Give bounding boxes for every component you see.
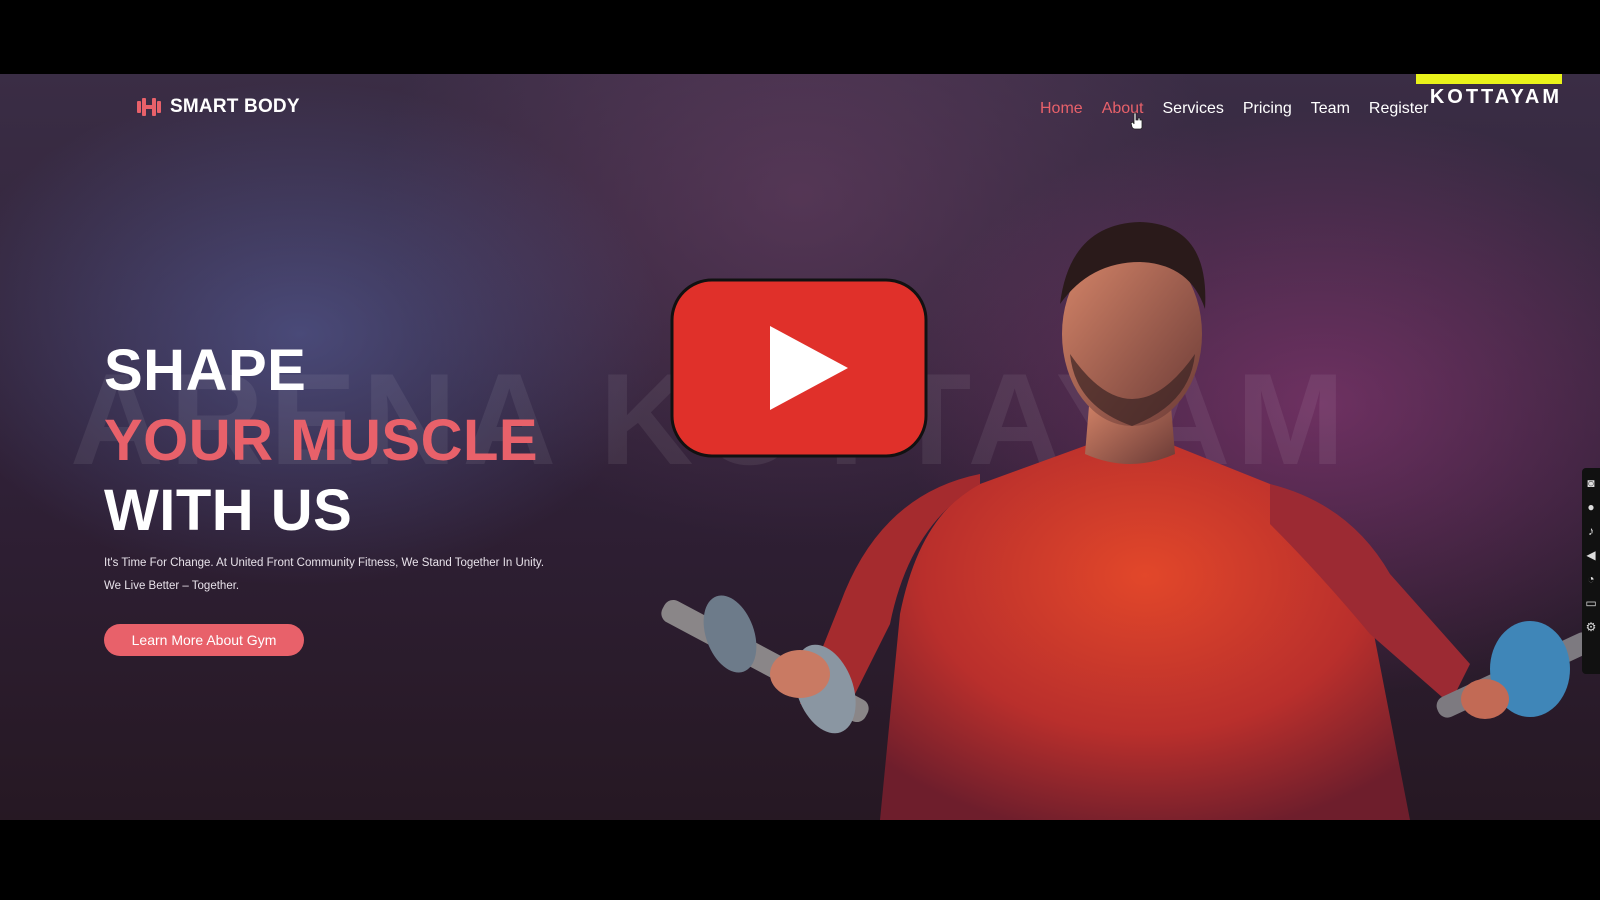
learn-more-button[interactable]: Learn More About Gym (104, 624, 304, 656)
recorder-toolbar: ◙ ● ♪ ◀ ◔ ▭ ⚙ (1582, 468, 1600, 674)
hero-headline: SHAPE YOUR MUSCLE WITH US (104, 336, 538, 546)
athlete-image (661, 222, 1594, 820)
headline-line-3: WITH US (104, 478, 353, 543)
channel-strip (1416, 74, 1562, 84)
nav-item-pricing[interactable]: Pricing (1243, 100, 1292, 118)
hero-subtext: It's Time For Change. At United Front Co… (104, 552, 584, 598)
camera-icon[interactable]: ◙ (1585, 474, 1597, 492)
headline-line-1: SHAPE (104, 338, 307, 403)
timer-icon[interactable]: ◔ (1585, 570, 1597, 588)
hand-cursor-icon (1130, 112, 1143, 130)
main-nav: Home About Services Pricing Team Registe… (1040, 100, 1428, 118)
play-button[interactable] (670, 278, 928, 458)
brand-logo[interactable]: SMART BODY (136, 96, 300, 118)
nav-item-services[interactable]: Services (1163, 100, 1224, 118)
channel-name: KOTTAYAM (1429, 86, 1562, 108)
subtext-line-1: It's Time For Change. At United Front Co… (104, 557, 545, 569)
headline-line-2: YOUR MUSCLE (104, 408, 539, 473)
subtext-line-2: We Live Better – Together. (104, 580, 240, 592)
microphone-icon[interactable]: ♪ (1585, 522, 1597, 540)
dumbbell-icon (137, 98, 161, 116)
gear-icon[interactable]: ⚙ (1585, 618, 1597, 636)
brand-name: SMART BODY (170, 96, 300, 117)
nav-item-team[interactable]: Team (1311, 100, 1350, 118)
nav-item-home[interactable]: Home (1040, 100, 1083, 118)
record-icon[interactable]: ● (1585, 498, 1597, 516)
screen-icon[interactable]: ▭ (1585, 594, 1597, 612)
speaker-icon[interactable]: ◀ (1585, 546, 1597, 564)
channel-watermark: KOTTAYAM (1412, 74, 1562, 109)
